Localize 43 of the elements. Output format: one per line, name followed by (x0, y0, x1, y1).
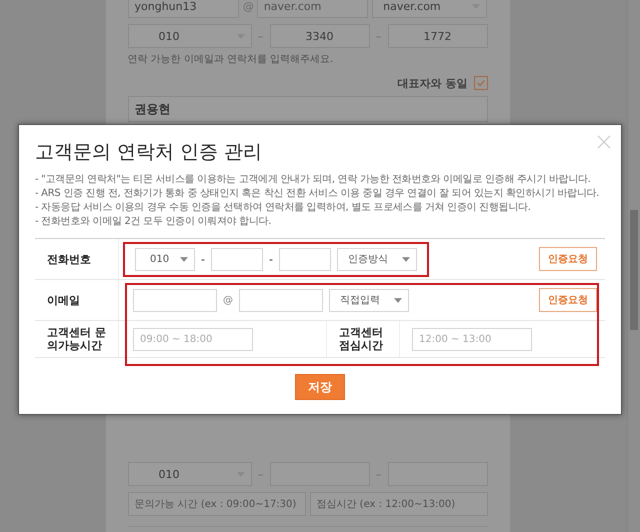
input-field[interactable]: 1772 (388, 24, 488, 48)
row-label: 고객센터 문의가능시간 (35, 321, 119, 357)
request-button[interactable]: 인증요청 (539, 288, 597, 312)
input-field[interactable]: 권용현 (128, 96, 488, 122)
row-label: 이메일 (35, 280, 119, 320)
input-field[interactable]: yonghun13 (128, 0, 239, 18)
caret-icon (180, 256, 188, 262)
at-sign: @ (242, 0, 253, 12)
checkbox[interactable] (474, 76, 488, 90)
note-text: - 자동응답 서비스 이용의 경우 수동 인증을 선택하여 연락처를 입력하여, 별도 프로세스를 거쳐 인증이 진행됩니다. (35, 201, 532, 214)
dropdown[interactable]: 010 (128, 24, 252, 48)
note-text: - 전화번호와 이메일 2건 모두 인증이 이뤄져야 합니다. (35, 215, 272, 228)
dash: - (268, 252, 273, 266)
input-field[interactable]: naver.com (256, 0, 368, 18)
checkmark-icon (476, 78, 486, 88)
caret-icon (402, 256, 410, 262)
dropdown[interactable]: 직접입력 (329, 288, 409, 312)
dropdown[interactable]: 인증방식 (336, 248, 417, 270)
dash: – (374, 468, 382, 480)
input-field[interactable]: 3340 (270, 24, 370, 48)
note-text: - "고객문의 연락처"는 티몬 서비스를 이용하는 고객에게 안내가 되며, 연락 가능한 전화번호와 이메일로 인증해 주시기 바랍니다. (35, 173, 592, 186)
at-sign: @ (223, 294, 233, 306)
helper-text: 연락 가능한 이메일과 연락처를 입력해주세요. (128, 54, 334, 66)
scrollbar[interactable] (627, 0, 640, 532)
input-field[interactable]: 문의가능 시간 (ex : 09:00~17:30) (128, 492, 306, 516)
row-label: 고객센터 점심시간 (326, 321, 400, 357)
dash: – (374, 30, 382, 42)
dropdown[interactable]: 010 (128, 462, 252, 486)
dropdown[interactable]: naver.com (372, 0, 488, 18)
dash: – (256, 468, 264, 480)
dash: – (256, 30, 264, 42)
close-icon[interactable] (597, 135, 611, 149)
input-field[interactable]: 점심시간 (ex : 12:00~13:00) (310, 492, 488, 516)
save-button[interactable]: 저장 (295, 374, 345, 400)
row-label: 전화번호 (35, 239, 119, 279)
scroll-thumb[interactable] (630, 210, 638, 330)
request-button[interactable]: 인증요청 (539, 247, 597, 271)
dialog-title: 고객문의 연락처 인증 관리 (35, 141, 264, 163)
checkbox-label: 대표자와 동일 (398, 76, 468, 90)
dash: - (201, 252, 205, 266)
dropdown[interactable]: 010 (135, 248, 195, 270)
caret-icon (394, 298, 402, 302)
note-text: - ARS 인증 진행 전, 전화기가 통화 중 상태인지 혹은 착신 전환 서비스 이용 중일 경우 연결이 잘 되어 있는지 확인하시기 바랍니다. (35, 187, 600, 200)
